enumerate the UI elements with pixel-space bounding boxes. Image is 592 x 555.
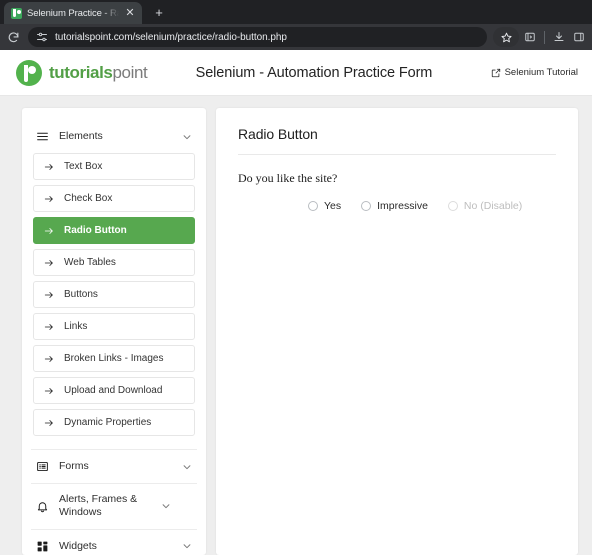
logo-text-light: point (112, 62, 148, 82)
external-link-icon (491, 68, 501, 78)
page-viewport: tutorialspoint Selenium - Automation Pra… (0, 50, 592, 555)
arrow-right-icon (43, 289, 54, 300)
browser-tab[interactable]: Selenium Practice - Radio Bu ✕ (4, 2, 142, 24)
sidebar-item-buttons[interactable]: Buttons (33, 281, 195, 308)
sidebar-item-label: Buttons (64, 289, 98, 300)
new-tab-button[interactable]: + (152, 6, 166, 19)
radio-group: Yes Impressive No (Disable) (238, 200, 556, 212)
radio-option-impressive[interactable]: Impressive (361, 200, 428, 212)
arrow-right-icon (43, 385, 54, 396)
radio-label: Impressive (377, 200, 428, 212)
site-header: tutorialspoint Selenium - Automation Pra… (0, 50, 592, 96)
radio-option-yes[interactable]: Yes (308, 200, 341, 212)
sidebar-item-upload-and-download[interactable]: Upload and Download (33, 377, 195, 404)
radio-circle-icon (361, 201, 372, 211)
toolbar-divider (544, 30, 545, 44)
bookmark-star-icon[interactable] (493, 27, 519, 47)
arrow-right-icon (43, 193, 54, 204)
browser-toolbar: tutorialspoint.com/selenium/practice/rad… (0, 24, 592, 50)
extensions-icon[interactable] (521, 28, 539, 46)
side-panel-icon[interactable] (570, 28, 588, 46)
tutorialspoint-favicon (11, 7, 22, 19)
sidebar-section-label: Elements (59, 129, 103, 142)
sidebar-section-alerts-frames-windows[interactable]: Alerts, Frames & Windows (31, 484, 197, 530)
sidebar-item-links[interactable]: Links (33, 313, 195, 340)
chevron-down-icon (181, 541, 192, 552)
sidebar-item-label: Links (64, 321, 88, 332)
arrow-right-icon (43, 225, 54, 236)
chevron-down-icon (181, 461, 192, 472)
list-icon (35, 459, 50, 474)
sidebar-item-label: Upload and Download (64, 385, 163, 396)
sidebar-item-check-box[interactable]: Check Box (33, 185, 195, 212)
question-text: Do you like the site? (238, 171, 338, 185)
bell-icon (35, 499, 50, 514)
sidebar-item-broken-links-images[interactable]: Broken Links - Images (33, 345, 195, 372)
selenium-tutorial-label: Selenium Tutorial (504, 67, 578, 78)
toolbar-actions (493, 27, 588, 47)
sidebar-section-label: Widgets (59, 539, 97, 552)
browser-chrome: Selenium Practice - Radio Bu ✕ + tutoria… (0, 0, 592, 50)
sidebar-item-dynamic-properties[interactable]: Dynamic Properties (33, 409, 195, 436)
sidebar-item-label: Check Box (64, 193, 113, 204)
arrow-right-icon (43, 417, 54, 428)
radio-label: No (Disable) (463, 200, 523, 212)
logo-text-bold: tutorials (49, 62, 113, 82)
chevron-down-icon (160, 501, 171, 512)
sidebar: Elements Text Box Check Box Radio Button… (22, 108, 206, 555)
url-text: tutorialspoint.com/selenium/practice/rad… (55, 31, 287, 43)
page-body: Elements Text Box Check Box Radio Button… (0, 96, 592, 555)
tune-icon[interactable] (36, 31, 48, 43)
sidebar-section-elements[interactable]: Elements (31, 120, 197, 153)
close-icon[interactable]: ✕ (124, 7, 136, 19)
chevron-down-icon (181, 131, 192, 142)
arrow-right-icon (43, 353, 54, 364)
radio-circle-icon (308, 201, 318, 211)
reload-icon[interactable] (4, 28, 22, 46)
radio-label: Yes (324, 200, 342, 212)
sidebar-item-radio-button[interactable]: Radio Button (33, 217, 195, 244)
sidebar-item-text-box[interactable]: Text Box (33, 153, 195, 180)
content-title: Radio Button (238, 126, 556, 155)
sidebar-section-forms[interactable]: Forms (31, 450, 197, 484)
sidebar-item-label: Broken Links - Images (64, 353, 164, 364)
main-content: Radio Button Do you like the site? Yes I… (216, 108, 578, 555)
arrow-right-icon (43, 161, 54, 172)
arrow-right-icon (43, 257, 54, 268)
sidebar-section-label: Forms (59, 459, 89, 472)
address-bar[interactable]: tutorialspoint.com/selenium/practice/rad… (28, 27, 487, 47)
hamburger-icon (35, 129, 50, 144)
sidebar-item-label: Text Box (64, 161, 103, 172)
sidebar-menu-elements: Text Box Check Box Radio Button Web Tabl… (31, 153, 197, 447)
site-logo[interactable]: tutorialspoint (16, 59, 148, 86)
selenium-tutorial-link[interactable]: Selenium Tutorial (491, 67, 578, 78)
arrow-right-icon (43, 321, 54, 332)
tutorialspoint-logo-icon (16, 59, 42, 86)
sidebar-section-label: Alerts, Frames & Windows (59, 493, 138, 519)
page-title: Selenium - Automation Practice Form (195, 64, 433, 81)
sidebar-section-widgets[interactable]: Widgets (31, 530, 197, 555)
downloads-icon[interactable] (550, 28, 568, 46)
tab-title: Selenium Practice - Radio Bu (27, 7, 119, 19)
radio-circle-icon (447, 201, 458, 211)
logo-text: tutorialspoint (49, 62, 148, 83)
sidebar-item-label: Dynamic Properties (64, 417, 152, 428)
sidebar-item-label: Radio Button (64, 225, 127, 236)
grid-icon (35, 539, 50, 554)
sidebar-item-web-tables[interactable]: Web Tables (33, 249, 195, 276)
sidebar-item-label: Web Tables (64, 257, 116, 268)
radio-option-no-disable: No (Disable) (447, 200, 523, 212)
tab-strip: Selenium Practice - Radio Bu ✕ + (0, 0, 592, 24)
